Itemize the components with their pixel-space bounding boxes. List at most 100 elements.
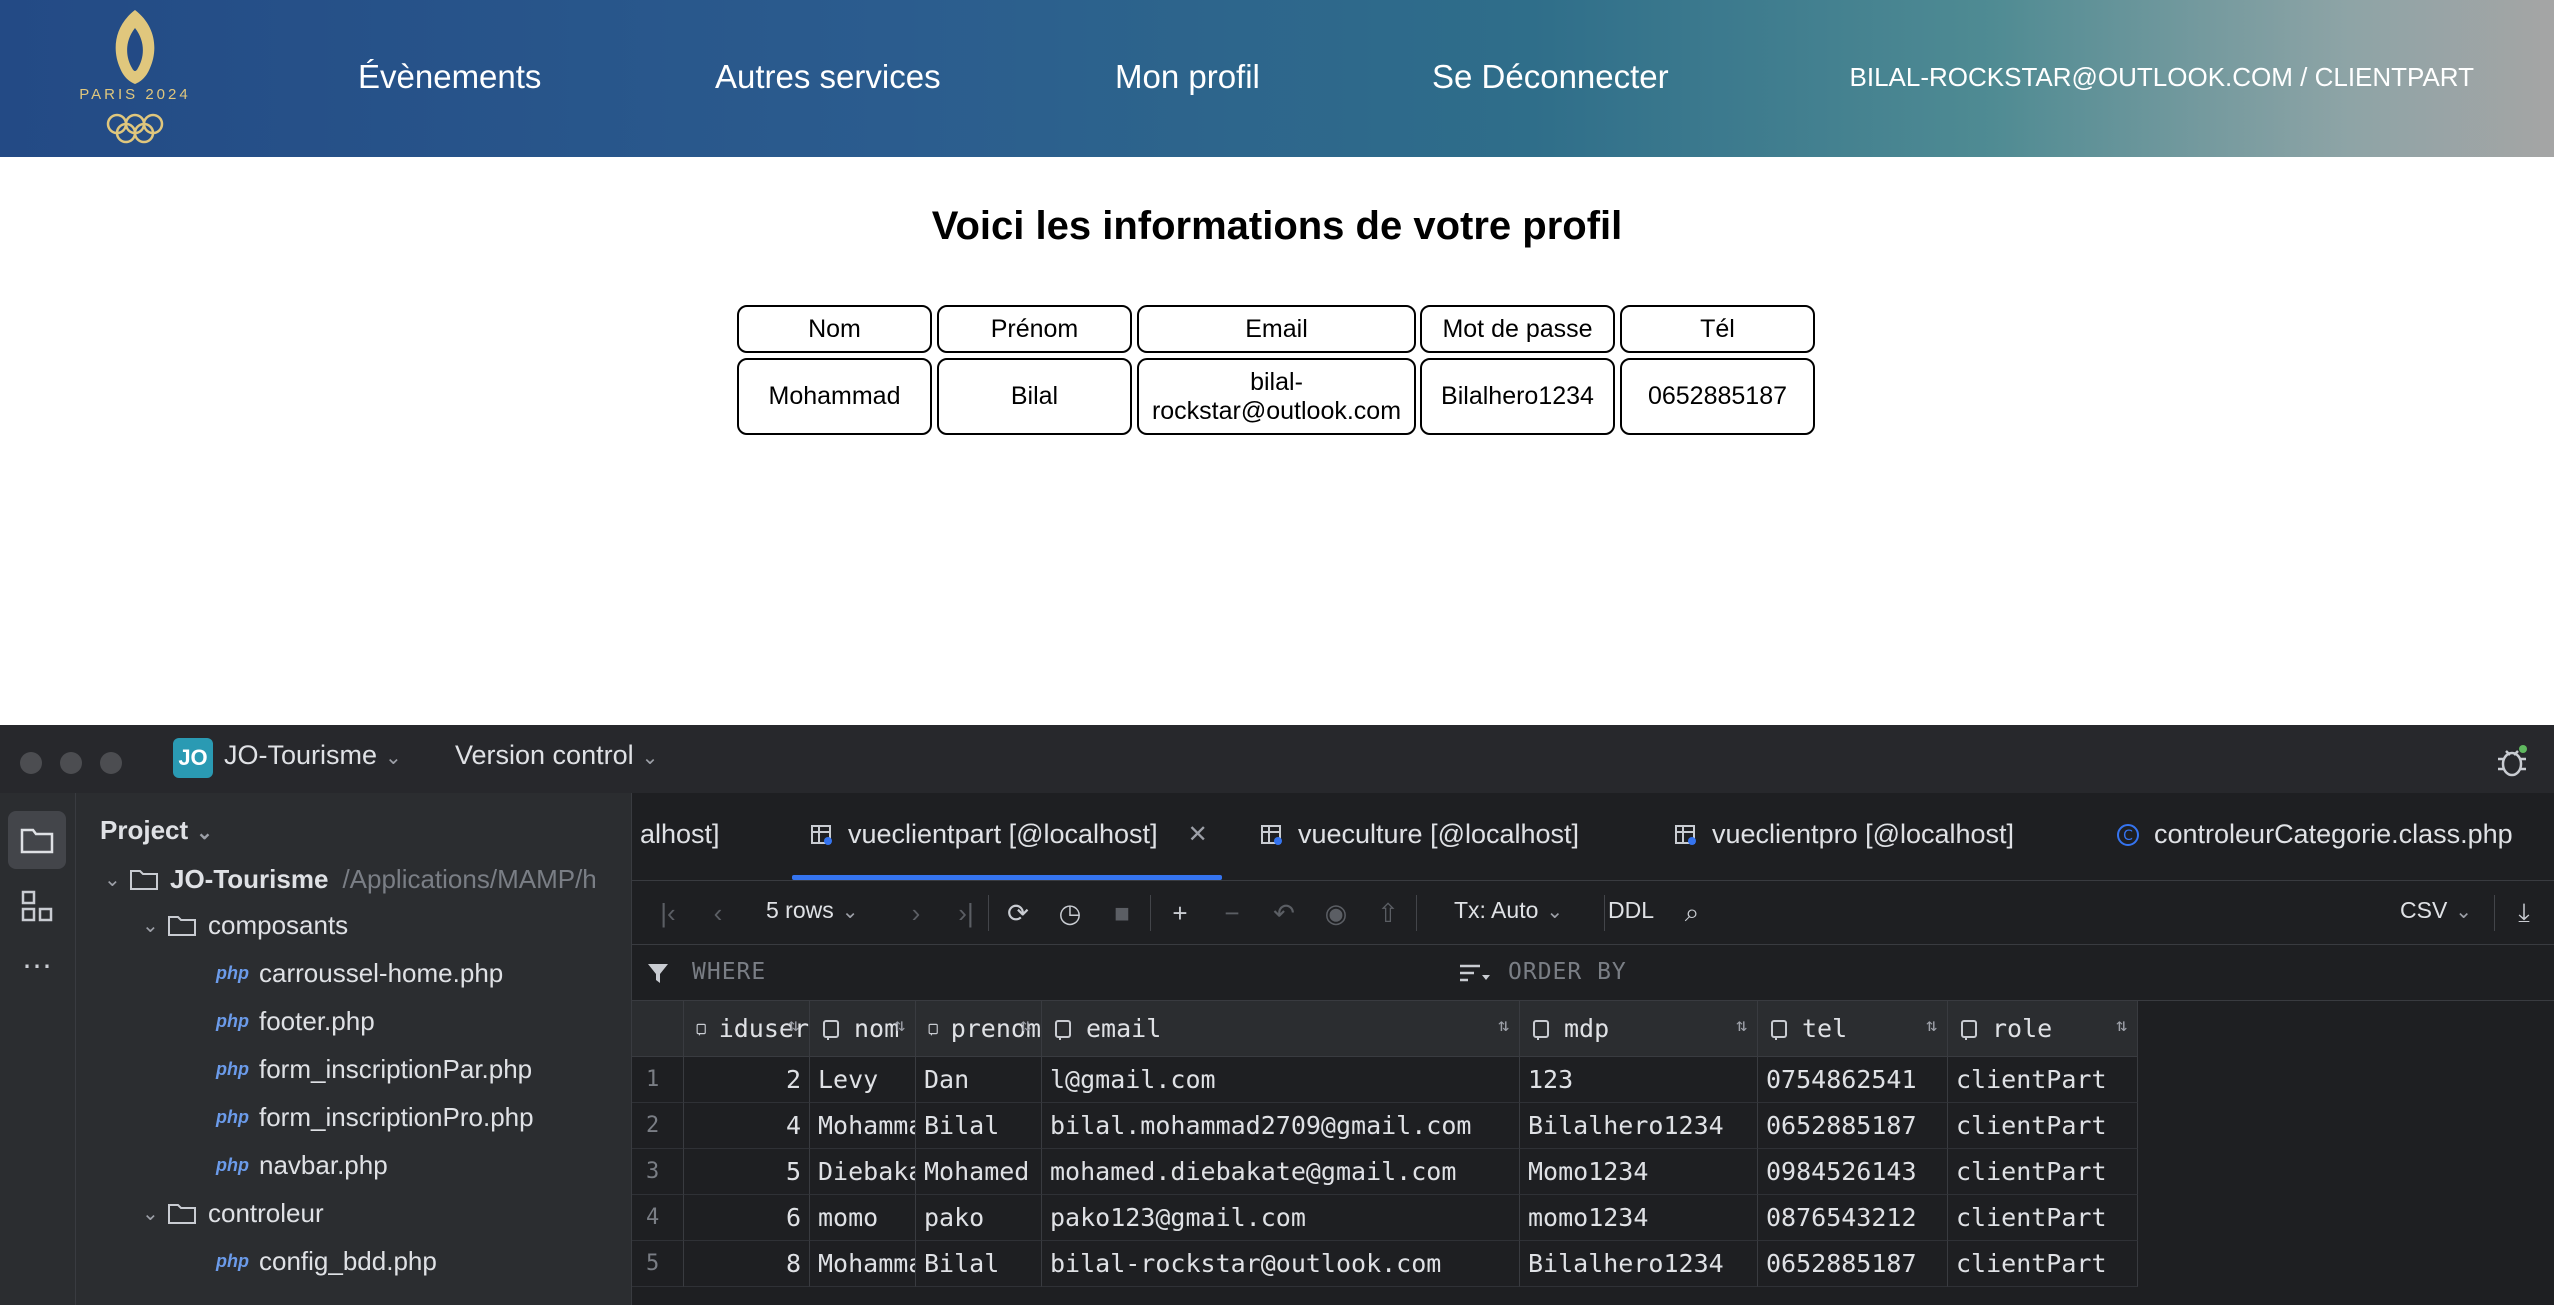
export-format-dropdown[interactable]: CSV ⌄ bbox=[2400, 897, 2472, 924]
grid-cell-email[interactable]: pako123@gmail.com bbox=[1042, 1195, 1520, 1241]
column-header-role[interactable]: role ⇅ bbox=[1948, 1001, 2138, 1057]
grid-cell-role[interactable]: clientPart bbox=[1948, 1241, 2138, 1287]
first-page-icon[interactable]: |‹ bbox=[652, 897, 684, 929]
tree-folder-composants[interactable]: ⌄ composants bbox=[142, 903, 348, 947]
tree-folder-controleur[interactable]: ⌄ controleur bbox=[142, 1191, 324, 1235]
row-number[interactable]: 5 bbox=[632, 1241, 684, 1287]
grid-cell-tel[interactable]: 0984526143 bbox=[1758, 1149, 1948, 1195]
minimize-window-button[interactable] bbox=[60, 752, 82, 774]
nav-autres-services[interactable]: Autres services bbox=[715, 58, 941, 96]
next-page-icon[interactable]: › bbox=[900, 897, 932, 929]
grid-cell-mdp[interactable]: Momo1234 bbox=[1520, 1149, 1758, 1195]
delete-row-icon[interactable]: − bbox=[1216, 897, 1248, 929]
grid-cell-mdp[interactable]: Bilalhero1234 bbox=[1520, 1241, 1758, 1287]
grid-cell-prenom[interactable]: Bilal bbox=[916, 1241, 1042, 1287]
grid-cell-tel[interactable]: 0754862541 bbox=[1758, 1057, 1948, 1103]
grid-cell-nom[interactable]: Mohammad bbox=[810, 1103, 916, 1149]
sort-arrows-icon[interactable]: ⇅ bbox=[1926, 1015, 1937, 1036]
grid-cell-role[interactable]: clientPart bbox=[1948, 1103, 2138, 1149]
add-row-icon[interactable]: + bbox=[1164, 897, 1196, 929]
grid-cell-role[interactable]: clientPart bbox=[1948, 1057, 2138, 1103]
grid-cell-iduser[interactable]: 6 bbox=[684, 1195, 810, 1241]
grid-cell-tel[interactable]: 0876543212 bbox=[1758, 1195, 1948, 1241]
ddl-button[interactable]: DDL bbox=[1608, 897, 1654, 924]
row-number[interactable]: 4 bbox=[632, 1195, 684, 1241]
tree-file[interactable]: php carroussel-home.php bbox=[216, 951, 503, 995]
grid-cell-email[interactable]: bilal.mohammad2709@gmail.com bbox=[1042, 1103, 1520, 1149]
grid-cell-tel[interactable]: 0652885187 bbox=[1758, 1241, 1948, 1287]
grid-cell-role[interactable]: clientPart bbox=[1948, 1149, 2138, 1195]
download-icon[interactable]: ⤓ bbox=[2508, 897, 2540, 929]
sort-arrows-icon[interactable]: ⇅ bbox=[1736, 1015, 1747, 1036]
sort-arrows-icon[interactable]: ⇅ bbox=[894, 1015, 905, 1036]
tab-vueclientpart[interactable]: vueclientpart [@localhost] ✕ bbox=[810, 819, 1208, 850]
column-header-email[interactable]: email ⇅ bbox=[1042, 1001, 1520, 1057]
grid-cell-nom[interactable]: Levy bbox=[810, 1057, 916, 1103]
nav-mon-profil[interactable]: Mon profil bbox=[1115, 58, 1260, 96]
tree-file[interactable]: php config_bdd.php bbox=[216, 1239, 437, 1283]
refresh-icon[interactable]: ⟳ bbox=[1002, 897, 1034, 929]
project-tool-button[interactable] bbox=[8, 811, 66, 869]
tree-file[interactable]: php form_inscriptionPro.php bbox=[216, 1095, 534, 1139]
rows-count-dropdown[interactable]: 5 rows ⌄ bbox=[766, 897, 859, 924]
grid-cell-prenom[interactable]: Bilal bbox=[916, 1103, 1042, 1149]
history-icon[interactable]: ◷ bbox=[1054, 897, 1086, 929]
revert-icon[interactable]: ↶ bbox=[1268, 897, 1300, 929]
column-header-mdp[interactable]: mdp ⇅ bbox=[1520, 1001, 1758, 1057]
submit-icon[interactable]: ⇧ bbox=[1372, 897, 1404, 929]
close-icon[interactable]: ✕ bbox=[1188, 820, 1208, 849]
row-number[interactable]: 2 bbox=[632, 1103, 684, 1149]
column-header-iduser[interactable]: iduser ⇅ bbox=[684, 1001, 810, 1057]
structure-tool-button[interactable] bbox=[8, 877, 66, 935]
column-header-nom[interactable]: nom ⇅ bbox=[810, 1001, 916, 1057]
grid-cell-tel[interactable]: 0652885187 bbox=[1758, 1103, 1948, 1149]
grid-cell-email[interactable]: bilal-rockstar@outlook.com bbox=[1042, 1241, 1520, 1287]
stop-icon[interactable]: ■ bbox=[1106, 897, 1138, 929]
zoom-window-button[interactable] bbox=[100, 752, 122, 774]
preview-icon[interactable]: ◉ bbox=[1320, 897, 1352, 929]
column-header-tel[interactable]: tel ⇅ bbox=[1758, 1001, 1948, 1057]
tree-file[interactable]: php form_inscriptionPar.php bbox=[216, 1047, 532, 1091]
grid-cell-mdp[interactable]: Bilalhero1234 bbox=[1520, 1103, 1758, 1149]
sort-arrows-icon[interactable]: ⇅ bbox=[788, 1015, 799, 1036]
nav-evenements[interactable]: Évènements bbox=[358, 58, 541, 96]
grid-cell-prenom[interactable]: Mohamed bbox=[916, 1149, 1042, 1195]
grid-cell-iduser[interactable]: 8 bbox=[684, 1241, 810, 1287]
bug-icon[interactable] bbox=[2494, 743, 2530, 779]
version-control-menu[interactable]: Version control ⌄ bbox=[455, 740, 658, 771]
last-page-icon[interactable]: ›| bbox=[950, 897, 982, 929]
grid-cell-nom[interactable]: Mohammad bbox=[810, 1241, 916, 1287]
grid-cell-prenom[interactable]: Dan bbox=[916, 1057, 1042, 1103]
search-icon[interactable]: ⌕ bbox=[1676, 897, 1708, 929]
transaction-mode-dropdown[interactable]: Tx: Auto ⌄ bbox=[1454, 897, 1563, 924]
sort-arrows-icon[interactable]: ⇅ bbox=[1020, 1015, 1031, 1036]
tab-vueclientpro[interactable]: vueclientpro [@localhost] bbox=[1674, 819, 2014, 850]
more-icon[interactable]: ⋯ bbox=[8, 937, 66, 995]
nav-se-deconnecter[interactable]: Se Déconnecter bbox=[1432, 58, 1669, 96]
sort-arrows-icon[interactable]: ⇅ bbox=[1498, 1015, 1509, 1036]
row-number[interactable]: 3 bbox=[632, 1149, 684, 1195]
grid-cell-email[interactable]: mohamed.diebakate@gmail.com bbox=[1042, 1149, 1520, 1195]
column-header-prenom[interactable]: prenom ⇅ bbox=[916, 1001, 1042, 1057]
order-by-input[interactable]: ORDER BY bbox=[1508, 959, 1627, 985]
close-window-button[interactable] bbox=[20, 752, 42, 774]
grid-cell-mdp[interactable]: 123 bbox=[1520, 1057, 1758, 1103]
tree-file[interactable]: php navbar.php bbox=[216, 1143, 388, 1187]
previous-page-icon[interactable]: ‹ bbox=[702, 897, 734, 929]
grid-cell-nom[interactable]: Diebakate bbox=[810, 1149, 916, 1195]
project-panel-title[interactable]: Project ⌄ bbox=[100, 815, 213, 846]
tab-localhost-truncated[interactable]: alhost] bbox=[640, 819, 720, 850]
row-number[interactable]: 1 bbox=[632, 1057, 684, 1103]
grid-cell-iduser[interactable]: 5 bbox=[684, 1149, 810, 1195]
grid-cell-role[interactable]: clientPart bbox=[1948, 1195, 2138, 1241]
grid-cell-nom[interactable]: momo bbox=[810, 1195, 916, 1241]
paris-2024-logo[interactable]: PARIS 2024 bbox=[70, 6, 200, 146]
sort-arrows-icon[interactable]: ⇅ bbox=[2116, 1015, 2127, 1036]
tree-file[interactable]: php footer.php bbox=[216, 999, 375, 1043]
grid-cell-iduser[interactable]: 2 bbox=[684, 1057, 810, 1103]
where-filter-input[interactable]: WHERE bbox=[692, 959, 766, 985]
tab-controleurcategorie[interactable]: C controleurCategorie.class.php bbox=[2116, 819, 2513, 850]
grid-cell-prenom[interactable]: pako bbox=[916, 1195, 1042, 1241]
tree-root[interactable]: ⌄ JO-Tourisme /Applications/MAMP/h bbox=[104, 857, 597, 901]
tab-vueculture[interactable]: vueculture [@localhost] bbox=[1260, 819, 1579, 850]
